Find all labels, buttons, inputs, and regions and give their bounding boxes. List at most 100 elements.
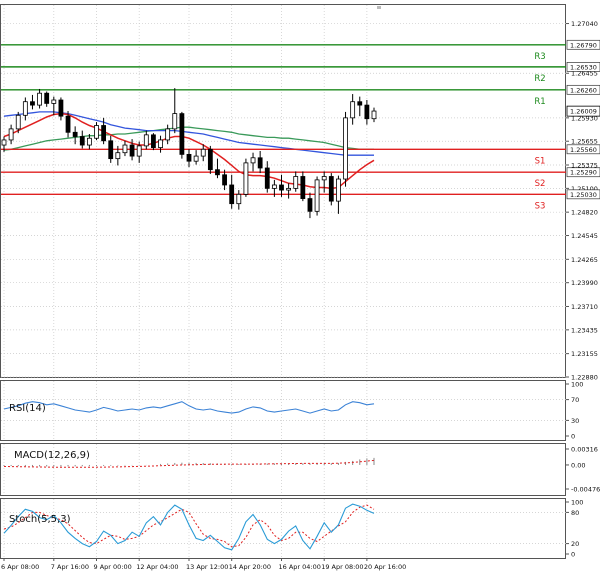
candle-body [108,140,114,160]
candle-body [279,184,284,191]
candle-body [65,115,71,133]
y-tick-label: 1.23155 [571,350,598,358]
main-panel-frame [0,4,566,378]
candle-body [350,101,356,119]
candle-body [257,157,263,169]
candle-body [122,144,128,154]
candle-body [37,92,42,106]
stoch-tick-label: 0 [571,551,575,559]
candle [243,158,249,197]
level-name-r3: R3 [534,52,545,62]
level-price-label: 1.25560 [570,146,597,154]
candle-body [15,114,21,130]
candle-body [158,139,163,148]
candle-body [357,101,363,106]
candle-body [143,134,149,147]
level-price-label: 1.26530 [570,63,597,71]
stoch-tick-label: 100 [571,499,583,507]
candle-body [371,110,377,120]
candle-body [343,117,348,180]
x-tick-label: 7 Apr 16:00 [51,563,89,571]
x-tick-label: 14 Apr 20:00 [229,563,271,571]
y-tick-label: 1.24545 [571,232,598,240]
x-tick-label: 9 Apr 00:00 [94,563,132,571]
candle-body [172,113,178,130]
level-name-r1: R1 [534,97,545,107]
candle-body [22,101,28,116]
candle [343,111,348,187]
level-name-s3: S3 [535,201,546,211]
stoch-tick-label: 80 [571,509,579,517]
level-name-s1: S1 [535,156,546,166]
level-price-label: 1.25030 [570,191,597,199]
candle-body [51,99,57,104]
candle-body [1,139,7,146]
candle-body [229,184,235,205]
candle-body [307,198,313,212]
candle-body [79,136,85,146]
candle-body [44,92,50,104]
candle-body [236,193,242,205]
top-marker [377,6,381,9]
y-tick-label: 1.24265 [571,256,598,264]
rsi-tick-label: 70 [571,396,579,404]
candle-body [328,176,334,202]
candle-body [215,169,220,176]
rsi-tick-label: 30 [571,417,579,425]
candle-body [293,176,299,189]
candle-body [179,113,185,155]
candle-body [250,157,256,164]
candle-body [72,131,78,137]
level-price-label: 1.26790 [570,41,597,49]
rsi-tick-label: 100 [571,381,583,389]
x-tick-label: 13 Apr 12:00 [186,563,228,571]
x-tick-label: 16 Apr 04:00 [279,563,321,571]
candle-body [129,144,135,157]
y-tick-label: 1.27040 [571,20,598,28]
y-tick-label: 1.23990 [571,279,598,287]
macd-tick-label: 0.00 [571,461,585,469]
stoch-label: Stoch(5,5,3) [9,514,71,525]
stoch-panel-frame [0,498,566,559]
candle-body [101,125,107,142]
macd-label: MACD(12,26,9) [14,450,90,461]
y-tick-label: 1.24820 [571,209,598,217]
level-price-label: 1.25290 [570,169,597,177]
candle-body [286,187,292,191]
current-price-label: 1.26009 [570,108,597,116]
x-tick-label: 20 Apr 16:00 [364,563,406,571]
candle-body [94,125,99,139]
candle-body [314,179,320,212]
x-tick-label: 19 Apr 08:00 [321,563,363,571]
candle-body [165,128,171,141]
candle-body [207,148,213,171]
candle-body [271,184,277,189]
candle-body [58,99,64,117]
macd-tick-label: -0.004763 [571,486,600,494]
candle-body [136,145,142,157]
rsi-tick-label: 0 [571,433,575,441]
x-tick-label: 6 Apr 08:00 [1,563,39,571]
candle-body [8,128,14,141]
candle-body [151,134,156,148]
x-tick-label: 12 Apr 04:00 [136,563,178,571]
candle [179,111,185,159]
candle-body [86,137,92,146]
candle [207,145,213,174]
level-price-label: 1.26260 [570,86,597,94]
candle-body [115,152,121,160]
candle-body [321,176,327,181]
level-name-s2: S2 [535,179,546,189]
candle-body [300,176,306,199]
candle-body [336,178,341,202]
y-tick-label: 1.23435 [571,326,598,334]
candle-body [193,155,199,162]
level-name-r2: R2 [534,74,545,84]
candle-body [243,162,249,195]
candle-body [186,153,192,162]
candle [151,133,156,151]
candle [328,173,334,206]
rsi-label: RSI(14) [9,403,46,414]
stoch-tick-label: 20 [571,540,579,548]
macd-tick-label: 0.00316 [571,446,598,454]
